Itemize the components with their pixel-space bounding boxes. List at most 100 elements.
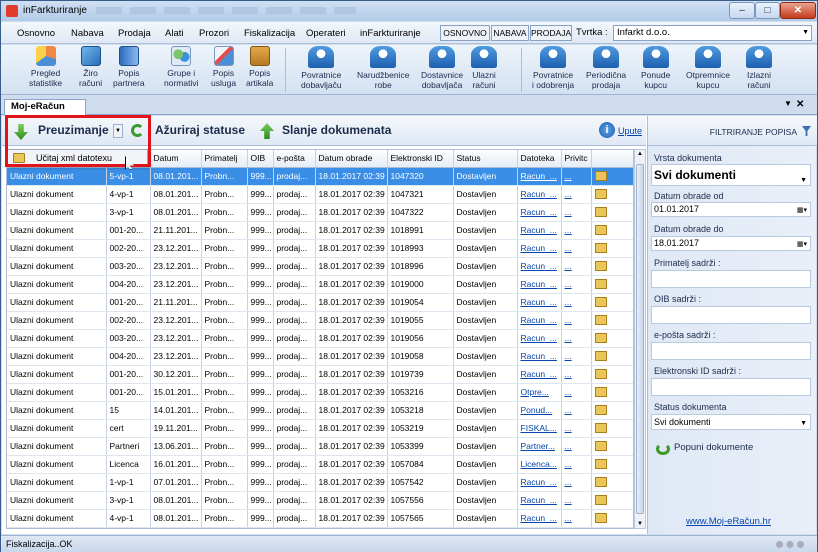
table-row[interactable]: Ulazni dokument 004-20... 23.12.201... Prob… bbox=[7, 347, 633, 366]
vrsta-select[interactable]: Svi dokumenti ▼ bbox=[651, 164, 811, 186]
table-cell[interactable]: ... bbox=[561, 329, 592, 348]
table-row[interactable]: Ulazni dokument Partneri 13.06.201... Probn… bbox=[7, 437, 633, 456]
upute-link[interactable]: Upute bbox=[618, 126, 642, 136]
table-cell[interactable]: Racun_... bbox=[517, 167, 562, 186]
chevron-down-icon[interactable]: ▼ bbox=[784, 99, 792, 108]
folder-cell[interactable] bbox=[591, 455, 633, 474]
table-cell[interactable]: ... bbox=[561, 437, 592, 456]
ribbon-button-1[interactable]: Pregled statistike bbox=[29, 46, 62, 88]
folder-cell[interactable] bbox=[591, 491, 633, 510]
mode-nabava[interactable]: NABAVA bbox=[491, 25, 529, 41]
ribbon-button-10[interactable]: Ulazni računi bbox=[471, 46, 497, 90]
table-row[interactable]: Ulazni dokument 001-20... 15.01.201... Prob… bbox=[7, 383, 633, 402]
title-bar[interactable]: inFarkturiranje – □ ✕ bbox=[1, 1, 817, 21]
folder-cell[interactable] bbox=[591, 275, 633, 294]
vertical-scrollbar[interactable]: ▲ ▼ bbox=[634, 149, 646, 529]
table-row[interactable]: Ulazni dokument cert 19.11.201... Probn... 9… bbox=[7, 419, 633, 438]
table-cell[interactable]: Racun_... bbox=[517, 185, 562, 204]
table-row[interactable]: Ulazni dokument5-vp-108.01.201...Probn..… bbox=[7, 167, 633, 186]
maximize-button[interactable]: □ bbox=[755, 2, 780, 19]
table-cell[interactable]: Racun_... bbox=[517, 239, 562, 258]
popuni-dokumente-button[interactable]: Popuni dokumente bbox=[674, 442, 753, 453]
table-cell[interactable]: Licenca... bbox=[517, 455, 562, 474]
table-cell[interactable]: ... bbox=[561, 419, 592, 438]
table-row[interactable]: Ulazni dokument 001-20... 21.11.201... Prob… bbox=[7, 293, 633, 312]
table-cell[interactable]: Racun_... bbox=[517, 473, 562, 492]
tab-moj-eracun[interactable]: Moj-eRačun bbox=[4, 99, 86, 115]
folder-cell[interactable] bbox=[591, 311, 633, 330]
table-row[interactable]: Ulazni dokument 003-20... 23.12.201... Prob… bbox=[7, 329, 633, 348]
table-cell[interactable]: ... bbox=[561, 365, 592, 384]
preuzimanje-button[interactable]: Preuzimanje bbox=[38, 123, 109, 137]
ribbon-button-14[interactable]: Otpremnice kupcu bbox=[686, 46, 730, 90]
table-cell[interactable]: Racun_... bbox=[517, 491, 562, 510]
column-header[interactable]: Elektronski ID bbox=[387, 150, 454, 168]
table-cell[interactable]: ... bbox=[561, 311, 592, 330]
folder-cell[interactable] bbox=[591, 401, 633, 420]
table-cell[interactable]: Racun_... bbox=[517, 509, 562, 528]
folder-cell[interactable] bbox=[591, 221, 633, 240]
status-select[interactable]: Svi dokumenti ▼ bbox=[651, 414, 811, 430]
column-header[interactable]: Privitc bbox=[561, 150, 592, 168]
calendar-icon[interactable]: ▦▾ bbox=[797, 204, 807, 217]
folder-cell[interactable] bbox=[591, 167, 633, 186]
table-row[interactable]: Ulazni dokument 4-vp-1 08.01.201... Probn..… bbox=[7, 185, 633, 204]
table-cell[interactable]: ... bbox=[561, 275, 592, 294]
company-select[interactable]: Infarkt d.o.o. ▼ bbox=[613, 25, 812, 41]
table-cell[interactable]: ... bbox=[561, 509, 592, 528]
ribbon-button-3[interactable]: Popis partnera bbox=[113, 46, 145, 88]
ribbon-button-15[interactable]: Izlazni računi bbox=[746, 46, 772, 90]
folder-cell[interactable] bbox=[591, 383, 633, 402]
table-row[interactable]: Ulazni dokument 003-20... 23.12.201... Prob… bbox=[7, 257, 633, 276]
folder-cell[interactable] bbox=[591, 239, 633, 258]
ribbon-button-4[interactable]: Grupe i normativi bbox=[164, 46, 198, 88]
table-cell[interactable]: Racun_... bbox=[517, 293, 562, 312]
table-row[interactable]: Ulazni dokument 3-vp-1 08.01.201... Probn..… bbox=[7, 203, 633, 222]
folder-cell[interactable] bbox=[591, 509, 633, 528]
table-row[interactable]: Ulazni dokument 002-20... 23.12.201... Prob… bbox=[7, 239, 633, 258]
table-row[interactable]: Ulazni dokument5-vp-108.01.201...Probn..… bbox=[7, 527, 633, 528]
table-cell[interactable]: Racun_... bbox=[517, 365, 562, 384]
table-cell[interactable]: Racun_... bbox=[517, 221, 562, 240]
ribbon-button-13[interactable]: Ponude kupcu bbox=[641, 46, 670, 90]
menu-operateri[interactable]: Operateri bbox=[306, 28, 346, 39]
column-header[interactable]: Status bbox=[453, 150, 518, 168]
table-row[interactable]: Ulazni dokument 3-vp-1 08.01.201... Probn..… bbox=[7, 491, 633, 510]
table-cell[interactable]: Racun_... bbox=[517, 311, 562, 330]
menu-osnovno[interactable]: Osnovno bbox=[17, 28, 55, 39]
close-button[interactable]: ✕ bbox=[780, 2, 816, 19]
folder-cell[interactable] bbox=[591, 185, 633, 204]
moj-eracun-link[interactable]: www.Moj-eRačun.hr bbox=[686, 516, 771, 527]
folder-cell[interactable] bbox=[591, 419, 633, 438]
table-row[interactable]: Ulazni dokument 004-20... 23.12.201... Prob… bbox=[7, 275, 633, 294]
eposta-input[interactable] bbox=[651, 342, 811, 360]
slanje-dokumenata-button[interactable]: Slanje dokumenata bbox=[282, 123, 391, 137]
column-header[interactable]: Datum obrade bbox=[315, 150, 388, 168]
ribbon-button-6[interactable]: Popis artikala bbox=[246, 46, 273, 88]
menu-nabava[interactable]: Nabava bbox=[71, 28, 104, 39]
folder-cell[interactable] bbox=[591, 203, 633, 222]
table-row[interactable]: Ulazni dokument 001-20... 21.11.201... Prob… bbox=[7, 221, 633, 240]
table-cell[interactable]: ... bbox=[561, 455, 592, 474]
column-header[interactable]: Primatelj bbox=[201, 150, 248, 168]
table-cell[interactable]: ... bbox=[561, 257, 592, 276]
table-row[interactable]: Ulazni dokument 4-vp-1 08.01.201... Probn..… bbox=[7, 509, 633, 528]
table-cell[interactable]: Racun_... bbox=[517, 329, 562, 348]
table-cell[interactable]: ... bbox=[561, 491, 592, 510]
azuriraj-statuse-button[interactable]: Ažuriraj statuse bbox=[155, 123, 245, 137]
ribbon-button-9[interactable]: Dostavnice dobavljača bbox=[421, 46, 463, 90]
folder-cell[interactable] bbox=[591, 473, 633, 492]
folder-cell[interactable] bbox=[591, 257, 633, 276]
table-cell[interactable]: Racun_... bbox=[517, 527, 562, 528]
primatelj-input[interactable] bbox=[651, 270, 811, 288]
table-cell[interactable]: ... bbox=[561, 347, 592, 366]
ribbon-button-2[interactable]: Žiro računi bbox=[79, 46, 102, 88]
column-header[interactable]: Datoteka bbox=[517, 150, 562, 168]
close-icon[interactable]: ✕ bbox=[796, 99, 804, 110]
menu-alati[interactable]: Alati bbox=[165, 28, 183, 39]
ribbon-button-5[interactable]: Popis usluga bbox=[211, 46, 236, 88]
table-cell[interactable]: ... bbox=[561, 401, 592, 420]
table-cell[interactable]: ... bbox=[561, 383, 592, 402]
table-cell[interactable]: ... bbox=[561, 473, 592, 492]
column-header[interactable]: e-pošta bbox=[273, 150, 316, 168]
